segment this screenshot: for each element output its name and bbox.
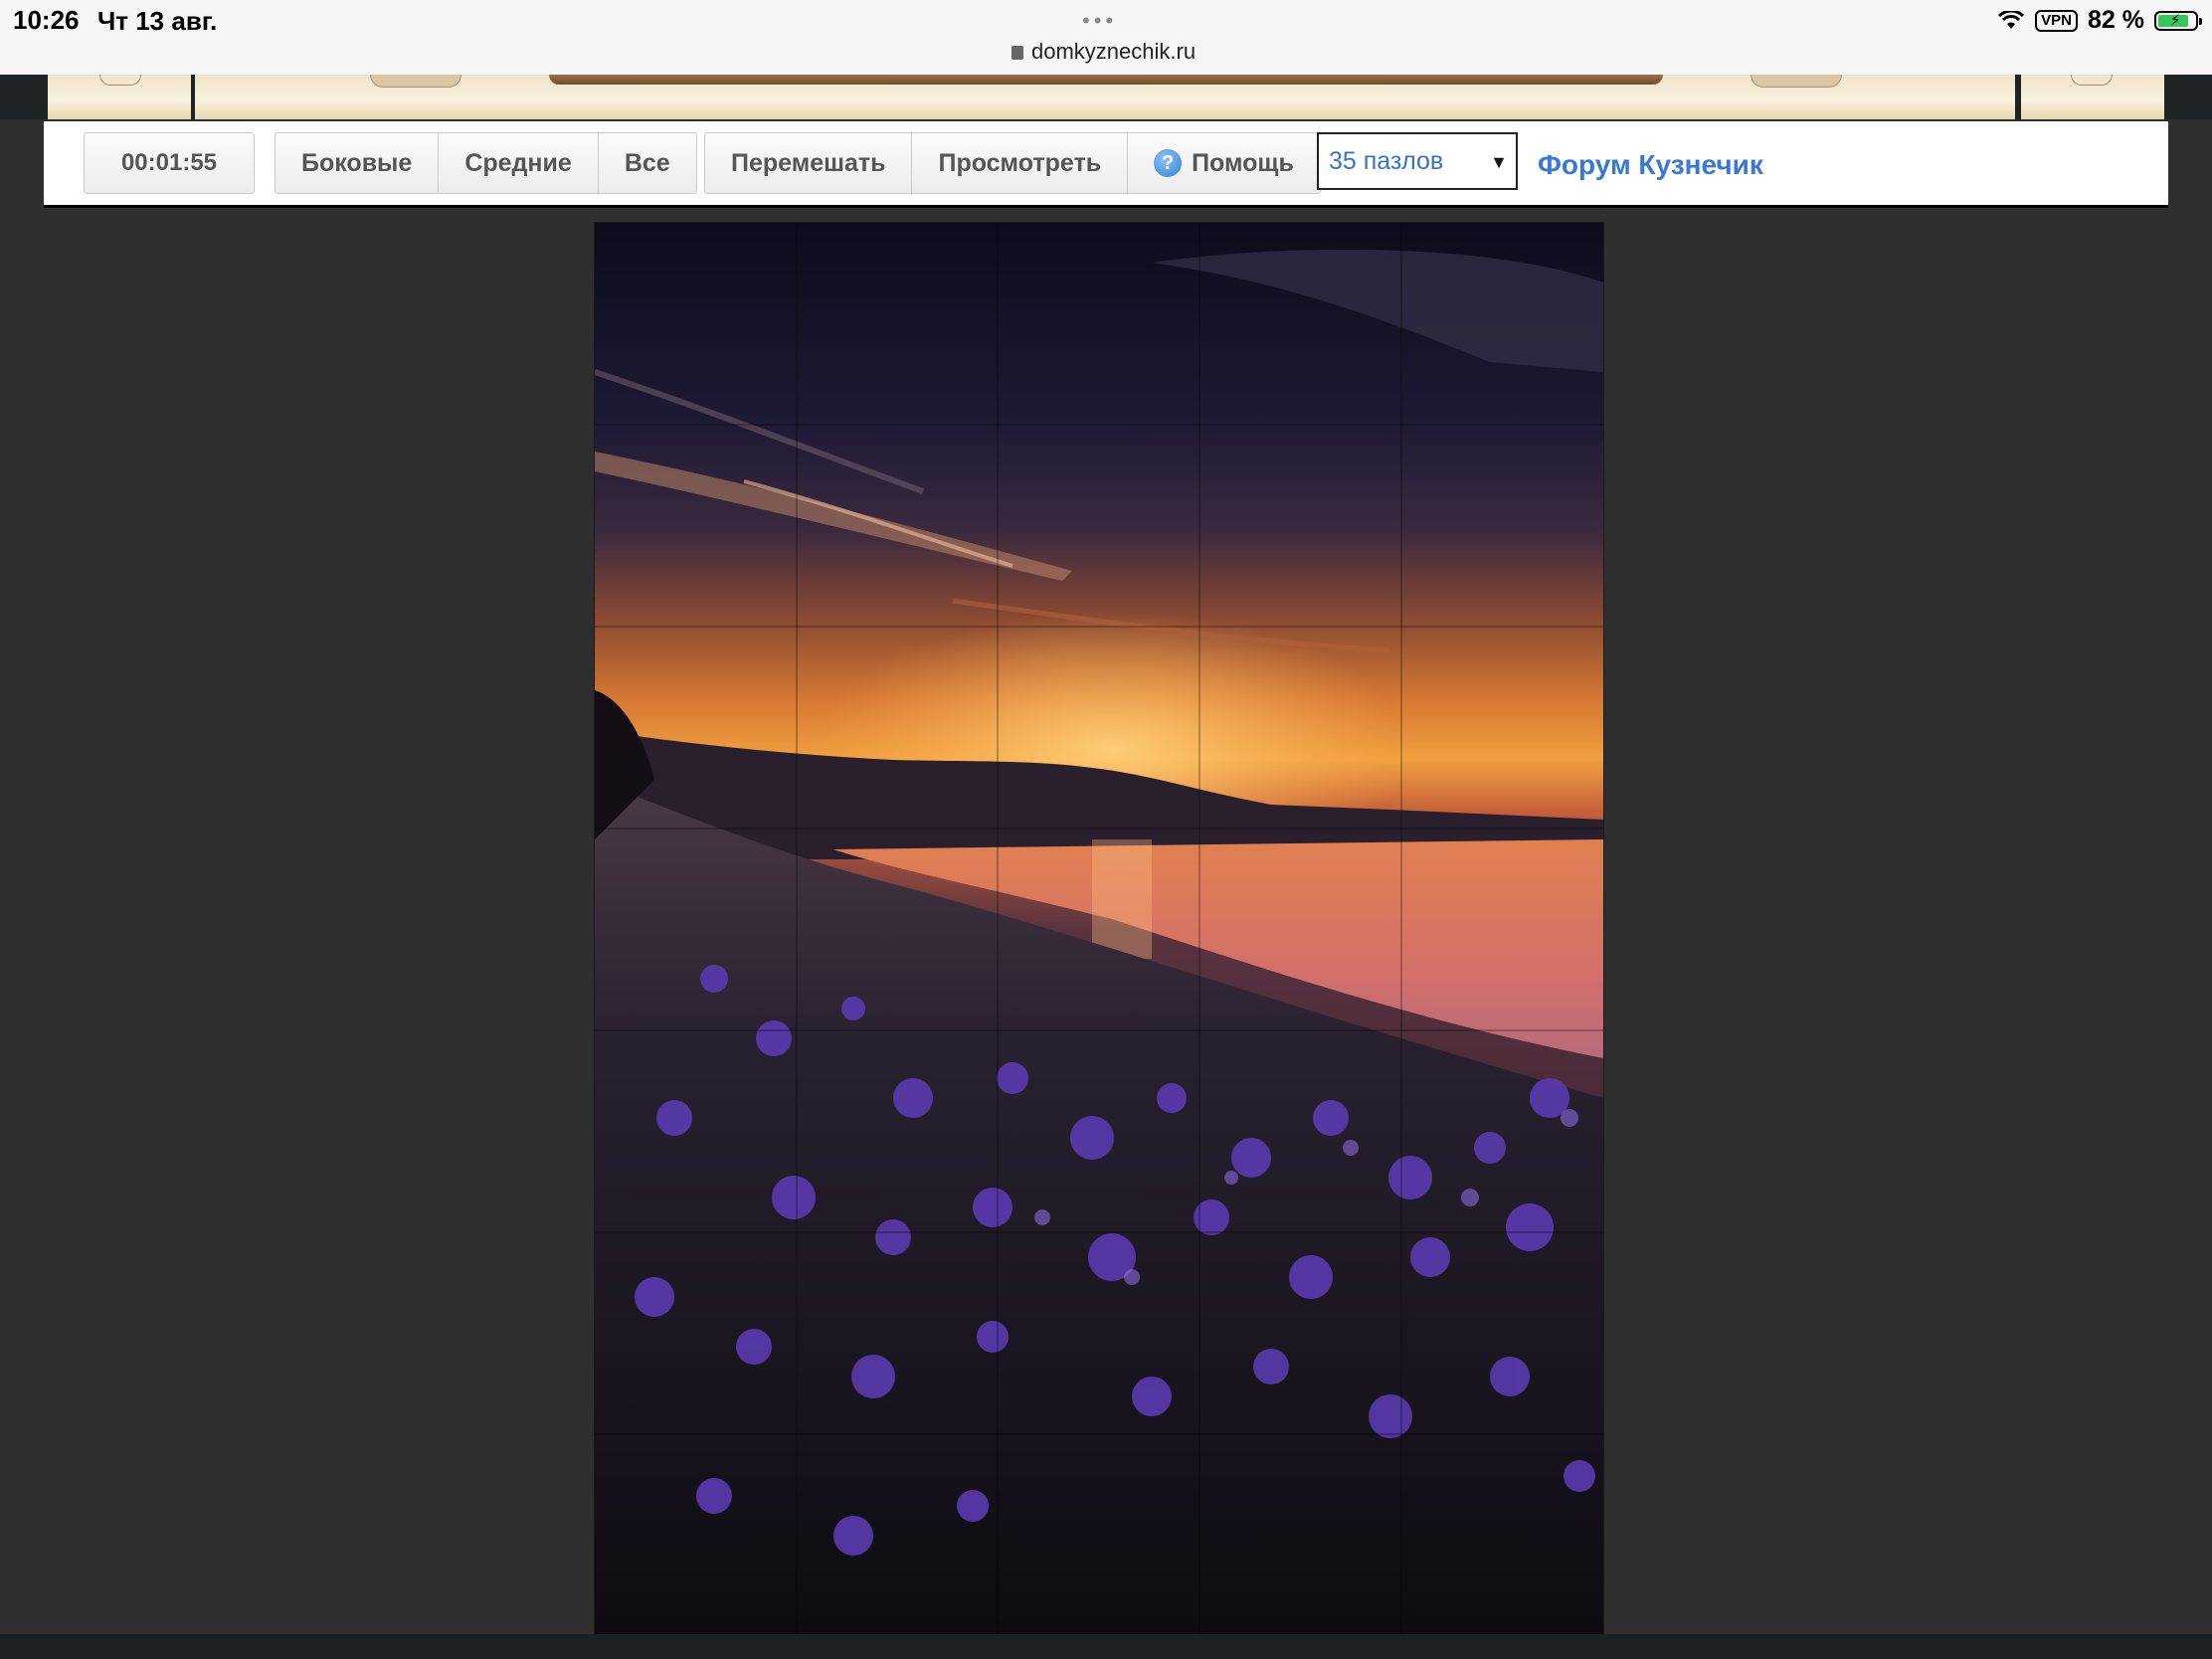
pieces-count-select[interactable]: 35 пазлов ▼ [1317,132,1518,190]
pieces-count-value: 35 пазлов [1329,146,1444,175]
all-pieces-button[interactable]: Все [599,133,696,193]
battery-percent: 82 % [2088,6,2144,34]
shuffle-button[interactable]: Перемешать [705,133,913,193]
site-header-banner [0,75,2212,119]
status-indicators: VPN 82 % ⚡ [1997,6,2202,35]
timer: 00:01:55 [120,149,218,176]
puzzle-board [44,208,2168,1636]
edge-pieces-button[interactable]: Боковые [276,133,440,193]
banner-wooden-bar [549,75,1663,85]
address-bar[interactable]: domkyznechik.ru [1012,39,1196,65]
puzzle-image[interactable] [594,222,1604,1636]
puzzle-picture [595,223,1603,1635]
dropdown-arrow-icon: ▼ [1490,152,1508,172]
status-date: Чт 13 авг. [97,6,218,36]
battery-icon: ⚡ [2154,10,2202,31]
forum-link[interactable]: Форум Кузнечик [1538,149,1763,181]
vpn-badge: VPN [2035,9,2079,32]
action-group: Перемешать Просмотреть ? Помощь [704,132,1321,194]
timer-box: 00:01:55 [84,132,255,194]
help-icon: ? [1154,149,1183,177]
piece-filter-group: Боковые Средние Все [275,132,697,194]
status-time: 10:26 [13,5,80,35]
help-label: Помощь [1192,148,1294,177]
status-bar: 10:26 Чт 13 авг. ••• domkyznechik.ru VPN… [0,0,2212,75]
lock-icon [1012,46,1023,60]
wifi-icon [1997,10,2025,31]
url-text: domkyznechik.ru [1031,39,1197,64]
multitasking-dots-icon[interactable]: ••• [1082,8,1117,34]
puzzle-toolbar: 00:01:55 Боковые Средние Все Перемешать … [44,121,2168,208]
help-button[interactable]: ? Помощь [1128,133,1320,193]
preview-button[interactable]: Просмотреть [912,133,1129,193]
bottom-edge [0,1634,2212,1659]
middle-pieces-button[interactable]: Средние [439,133,599,193]
